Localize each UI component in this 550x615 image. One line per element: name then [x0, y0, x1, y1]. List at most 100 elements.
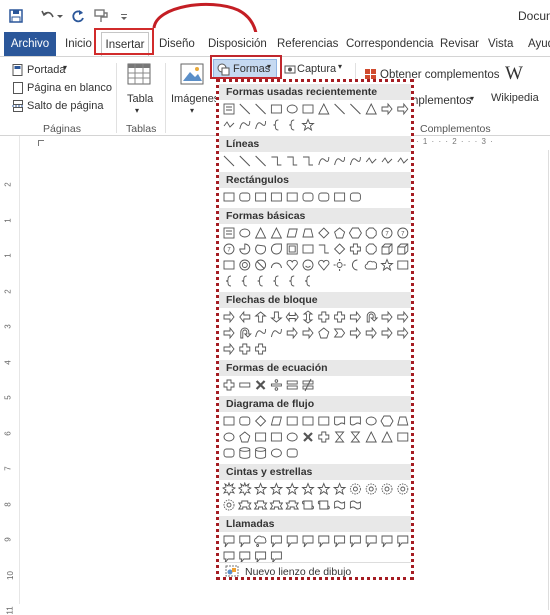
- shape-scroll[interactable]: [317, 500, 330, 510]
- shape-curve[interactable]: [255, 120, 267, 130]
- shape-arrow[interactable]: [397, 326, 409, 340]
- shape-star[interactable]: [285, 482, 299, 496]
- shape-trap[interactable]: [302, 228, 314, 238]
- shape-callout[interactable]: [223, 535, 235, 548]
- mis-complementos-button[interactable]: nplementos: [412, 95, 471, 107]
- shape-arrow[interactable]: [223, 310, 235, 324]
- shape-line[interactable]: [350, 103, 361, 115]
- shape-octagon[interactable]: [365, 227, 377, 239]
- shape-arrow[interactable]: [223, 326, 235, 340]
- shape-arrow[interactable]: [381, 326, 393, 340]
- shape-brace[interactable]: [304, 275, 311, 287]
- shape-oval[interactable]: [270, 448, 282, 458]
- undo-icon[interactable]: [40, 8, 56, 24]
- shape-freeform[interactable]: [223, 121, 235, 128]
- shape-curve[interactable]: [334, 156, 346, 166]
- shape-callout[interactable]: [334, 535, 346, 548]
- shape-ribbon[interactable]: [285, 500, 300, 510]
- shape-rect[interactable]: [286, 192, 298, 202]
- shape-star[interactable]: [253, 482, 268, 496]
- shape-times[interactable]: [303, 432, 313, 442]
- shape-rect[interactable]: [255, 192, 267, 202]
- shape-burst[interactable]: [237, 482, 252, 496]
- shape-chord[interactable]: [255, 244, 267, 255]
- shape-circlenum[interactable]: 7: [381, 227, 393, 239]
- shapes-row-equation[interactable]: [222, 378, 412, 392]
- shape-cylinder[interactable]: [239, 447, 251, 459]
- shape-noteq[interactable]: [302, 378, 314, 392]
- shape-teardrop[interactable]: [271, 243, 282, 255]
- shape-oval[interactable]: [286, 432, 298, 442]
- shape-uarrow[interactable]: [254, 311, 267, 323]
- shape-rrect[interactable]: [239, 416, 251, 426]
- shape-arrow[interactable]: [302, 326, 314, 340]
- shape-arrow[interactable]: [286, 326, 298, 340]
- shapes-row-flow-2[interactable]: [222, 430, 412, 444]
- pagina-en-blanco-button[interactable]: Página en blanco: [27, 82, 112, 94]
- shape-arrow[interactable]: [381, 102, 393, 116]
- shape-rrect[interactable]: [318, 192, 330, 202]
- shape-darrow[interactable]: [270, 311, 283, 323]
- shapes-row-recent-2[interactable]: [222, 118, 412, 132]
- shape-diamond[interactable]: [333, 243, 346, 255]
- shape-brace[interactable]: [241, 275, 247, 287]
- shape-ring[interactable]: [239, 259, 251, 271]
- shape-freeform[interactable]: [365, 157, 377, 164]
- shape-brace[interactable]: [225, 275, 232, 287]
- shape-smile[interactable]: [302, 259, 314, 271]
- shape-para[interactable]: [286, 228, 298, 238]
- shape-plus[interactable]: [239, 343, 251, 355]
- shape-trap[interactable]: [397, 416, 409, 426]
- shape-pentagon[interactable]: [318, 327, 330, 339]
- shape-callout[interactable]: [286, 535, 298, 548]
- shape-divide[interactable]: [270, 379, 282, 391]
- shape-line[interactable]: [255, 103, 266, 115]
- shape-star[interactable]: [269, 482, 284, 496]
- tab-ayuda[interactable]: Ayud: [528, 32, 550, 56]
- shape-star[interactable]: [380, 258, 394, 272]
- shape-rect[interactable]: [270, 104, 282, 114]
- shape-lrarrow[interactable]: [285, 311, 299, 323]
- shape-plus[interactable]: [318, 431, 330, 443]
- shape-rect[interactable]: [255, 432, 267, 442]
- shape-brace[interactable]: [257, 275, 263, 287]
- shape-rect[interactable]: [270, 432, 282, 442]
- shape-triangle[interactable]: [254, 226, 267, 239]
- shapes-row-callouts-1[interactable]: [222, 534, 412, 548]
- shape-arrow[interactable]: [381, 310, 393, 324]
- tab-inicio[interactable]: Inicio: [65, 32, 92, 56]
- shape-star[interactable]: [301, 118, 315, 132]
- shape-arrow[interactable]: [365, 326, 377, 340]
- undo-dropdown-icon[interactable]: [56, 8, 64, 24]
- shape-brace[interactable]: [289, 119, 295, 131]
- shape-curve[interactable]: [318, 156, 330, 166]
- shape-chevron[interactable]: [333, 328, 346, 338]
- shape-plus[interactable]: [349, 243, 361, 255]
- salto-de-pagina-button[interactable]: Salto de página: [27, 100, 103, 112]
- shapes-row-basic-4[interactable]: [222, 274, 412, 288]
- captura-button[interactable]: Captura: [297, 63, 336, 75]
- shape-minus[interactable]: [239, 382, 251, 388]
- shape-sun[interactable]: [333, 259, 346, 271]
- shape-elbow[interactable]: [271, 156, 282, 166]
- shape-callout[interactable]: [349, 535, 361, 548]
- shape-arrow[interactable]: [397, 310, 409, 324]
- shape-arrow[interactable]: [349, 310, 361, 324]
- shape-wave[interactable]: [334, 500, 346, 510]
- shape-line[interactable]: [239, 103, 251, 115]
- shape-oval[interactable]: [239, 228, 251, 238]
- shape-doc[interactable]: [349, 416, 361, 426]
- shape-hourglass[interactable]: [350, 431, 361, 443]
- shape-curve[interactable]: [270, 328, 282, 338]
- pictures-icon[interactable]: [180, 63, 204, 85]
- customize-qat-icon[interactable]: [120, 8, 128, 24]
- shape-times[interactable]: [255, 380, 266, 390]
- shape-pentagon[interactable]: [334, 227, 346, 239]
- tab-referencias[interactable]: Referencias: [277, 32, 338, 56]
- redo-icon[interactable]: [70, 8, 86, 24]
- shapes-row-flow-1[interactable]: [222, 414, 412, 428]
- shape-uturn[interactable]: [366, 311, 379, 323]
- shape-triangle[interactable]: [270, 226, 283, 239]
- shape-circlenum[interactable]: 7: [397, 227, 409, 239]
- shape-ribbon[interactable]: [269, 500, 284, 510]
